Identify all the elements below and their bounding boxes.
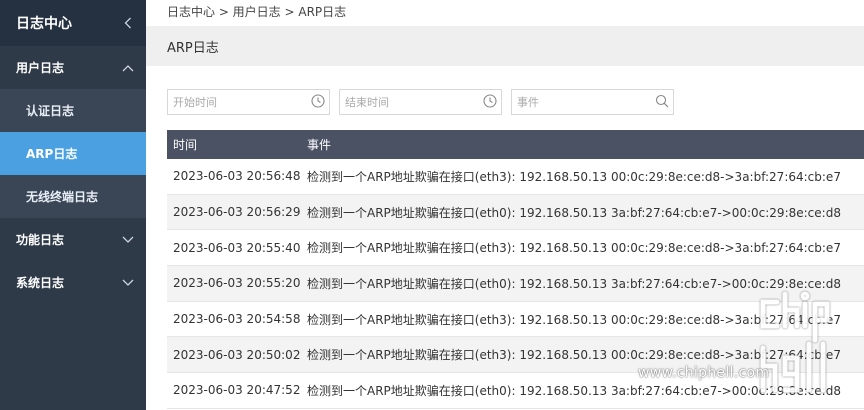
- sidebar-item-wireless-terminal-logs[interactable]: 无线终端日志: [0, 175, 146, 218]
- table-row: 2023-06-03 20:56:48 检测到一个ARP地址欺骗在接口(eth3…: [167, 159, 864, 195]
- sidebar-group-function-logs[interactable]: 功能日志: [0, 218, 146, 261]
- sidebar-group-label: 功能日志: [16, 233, 65, 247]
- chiphell-logo: [760, 291, 830, 393]
- sidebar-group-user-logs[interactable]: 用户日志: [0, 46, 146, 89]
- page-title: ARP日志: [167, 40, 219, 56]
- table-header: 时间 事件: [167, 130, 864, 159]
- clock-icon: [483, 93, 497, 111]
- sidebar: 日志中心 用户日志 认证日志 ARP日志 无线终端日志 功能日志 系统日志: [0, 0, 146, 410]
- chevron-up-icon: [122, 64, 134, 72]
- cell-time: 2023-06-03 20:55:20: [173, 276, 301, 291]
- chevron-left-icon[interactable]: [124, 17, 132, 29]
- breadcrumb: 日志中心 > 用户日志 > ARP日志: [167, 5, 347, 19]
- sidebar-header: 日志中心: [0, 0, 146, 46]
- start-time-placeholder: 开始时间: [173, 96, 217, 109]
- table-row: 2023-06-03 20:55:40 检测到一个ARP地址欺骗在接口(eth3…: [167, 230, 864, 267]
- sidebar-item-label: 无线终端日志: [26, 190, 99, 204]
- sidebar-title: 日志中心: [16, 16, 72, 32]
- column-header-event[interactable]: 事件: [307, 136, 864, 153]
- cell-time: 2023-06-03 20:55:40: [173, 240, 301, 255]
- event-search-placeholder: 事件: [517, 96, 539, 109]
- end-time-input[interactable]: 结束时间: [339, 89, 502, 115]
- cell-time: 2023-06-03 20:47:52: [173, 383, 301, 398]
- cell-time: 2023-06-03 20:54:58: [173, 312, 301, 327]
- cell-event: 检测到一个ARP地址欺骗在接口(eth0): 192.168.50.13 3a:…: [307, 205, 841, 220]
- watermark-text: www.chiphell.com: [638, 365, 770, 381]
- chevron-down-icon: [122, 279, 134, 287]
- cell-event: 检测到一个ARP地址欺骗在接口(eth3): 192.168.50.13 00:…: [307, 169, 841, 184]
- sidebar-group-label: 用户日志: [16, 61, 65, 75]
- filter-bar: 开始时间 结束时间 事件: [167, 89, 674, 115]
- sidebar-item-arp-logs[interactable]: ARP日志: [0, 132, 146, 175]
- cell-time: 2023-06-03 20:50:02: [173, 347, 301, 362]
- sidebar-item-label: 认证日志: [26, 104, 75, 118]
- sidebar-group-system-logs[interactable]: 系统日志: [0, 261, 146, 304]
- table-row: 2023-06-03 20:56:29 检测到一个ARP地址欺骗在接口(eth0…: [167, 194, 864, 231]
- clock-icon: [311, 93, 325, 111]
- sidebar-item-auth-logs[interactable]: 认证日志: [0, 89, 146, 132]
- page-title-bar: ARP日志: [146, 26, 864, 66]
- chevron-down-icon: [122, 236, 134, 244]
- column-header-time[interactable]: 时间: [167, 136, 307, 153]
- cell-time: 2023-06-03 20:56:29: [173, 205, 301, 220]
- search-icon[interactable]: [655, 94, 669, 111]
- cell-event: 检测到一个ARP地址欺骗在接口(eth3): 192.168.50.13 00:…: [307, 241, 841, 256]
- sidebar-group-label: 系统日志: [16, 276, 65, 290]
- sidebar-item-label: ARP日志: [26, 147, 78, 161]
- cell-time: 2023-06-03 20:56:48: [173, 169, 301, 184]
- event-search-input[interactable]: 事件: [511, 89, 674, 115]
- start-time-input[interactable]: 开始时间: [167, 89, 330, 115]
- end-time-placeholder: 结束时间: [345, 96, 389, 109]
